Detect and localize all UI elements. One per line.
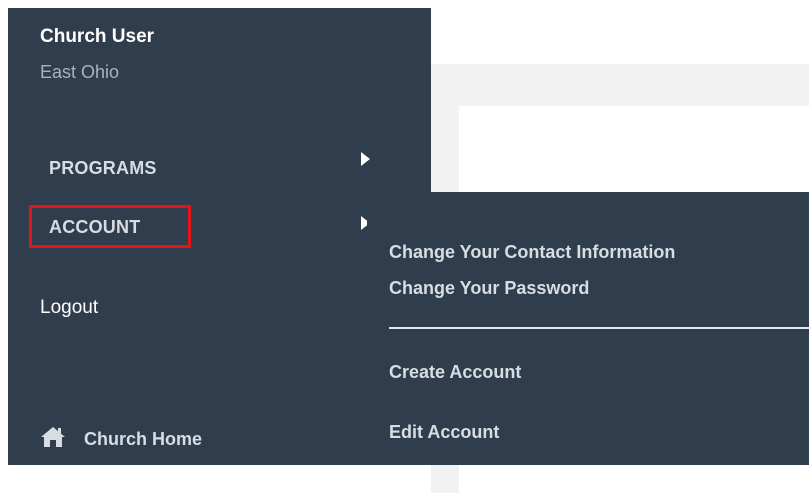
menu-edit-account[interactable]: Edit Account bbox=[389, 422, 499, 443]
church-home-label: Church Home bbox=[84, 429, 203, 449]
nav-programs[interactable]: PROGRAMS bbox=[49, 158, 157, 179]
menu-change-contact-information[interactable]: Change Your Contact Information bbox=[389, 242, 675, 263]
menu-change-password[interactable]: Change Your Password bbox=[389, 278, 589, 299]
logout-link[interactable]: Logout bbox=[40, 297, 98, 319]
user-name: Church User bbox=[40, 26, 155, 47]
menu-divider bbox=[389, 327, 809, 329]
nav-account[interactable]: ACCOUNT bbox=[49, 217, 140, 238]
church-home-link[interactable]: Church Home bbox=[40, 426, 202, 453]
home-icon bbox=[40, 426, 66, 453]
user-region: East Ohio bbox=[40, 62, 120, 82]
menu-create-account[interactable]: Create Account bbox=[389, 362, 521, 383]
account-submenu: Change Your Contact Information Change Y… bbox=[367, 192, 809, 465]
programs-caret-right-icon bbox=[361, 152, 370, 166]
